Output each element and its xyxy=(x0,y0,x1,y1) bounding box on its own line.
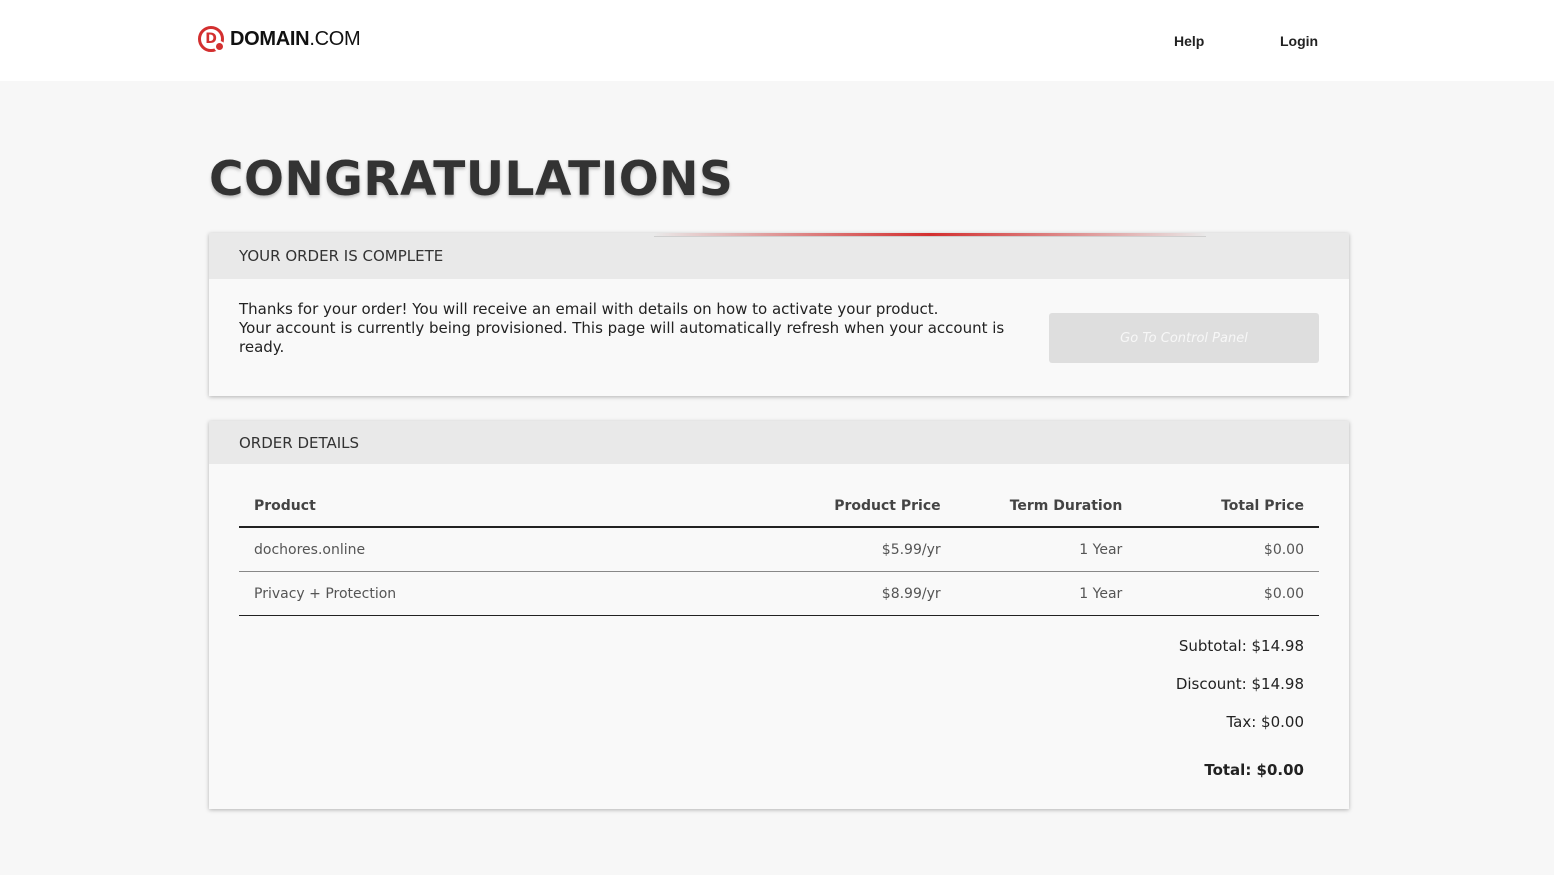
column-header-term-duration: Term Duration xyxy=(955,486,1138,528)
order-complete-message: Thanks for your order! You will receive … xyxy=(239,300,1029,357)
help-link[interactable]: Help xyxy=(1174,33,1204,49)
progress-indicator xyxy=(654,233,1206,237)
table-row: Privacy + Protection $8.99/yr 1 Year $0.… xyxy=(239,571,1319,616)
order-total: Total: $0.00 xyxy=(1204,761,1304,779)
column-header-product-price: Product Price xyxy=(733,486,956,528)
subtotal: Subtotal: $14.98 xyxy=(1178,637,1304,655)
column-header-product: Product xyxy=(239,486,734,528)
order-complete-heading: YOUR ORDER IS COMPLETE xyxy=(209,233,1349,279)
order-summary: Subtotal: $14.98 Discount: $14.98 Tax: $… xyxy=(1176,635,1304,797)
logo-text-suffix: .COM xyxy=(309,27,361,50)
provisioning-text: Your account is currently being provisio… xyxy=(239,319,1005,356)
logo-dot xyxy=(214,41,225,52)
column-header-total-price: Total Price xyxy=(1137,486,1319,528)
product-name: Privacy + Protection xyxy=(239,571,734,616)
domain-com-logo[interactable]: D DOMAIN.COM xyxy=(198,25,361,53)
product-price: $8.99/yr xyxy=(733,571,956,616)
logo-text-main: DOMAIN xyxy=(230,27,310,50)
order-complete-card: YOUR ORDER IS COMPLETE Thanks for your o… xyxy=(209,233,1349,396)
table-header-row: Product Product Price Term Duration Tota… xyxy=(239,486,1319,528)
order-details-card: ORDER DETAILS Product Product Price Term… xyxy=(209,421,1349,809)
order-details-heading: ORDER DETAILS xyxy=(209,421,1349,464)
page-title: CONGRATULATIONS xyxy=(209,152,734,207)
term-duration: 1 Year xyxy=(955,527,1138,572)
logo-text: DOMAIN.COM xyxy=(230,27,361,51)
login-link[interactable]: Login xyxy=(1280,33,1318,49)
thanks-text: Thanks for your order! You will receive … xyxy=(239,300,939,318)
total-price: $0.00 xyxy=(1137,571,1319,616)
logo-d-icon: D xyxy=(198,26,225,52)
product-name: dochores.online xyxy=(239,527,734,572)
top-navigation-bar: D DOMAIN.COM Help Login xyxy=(0,0,1554,81)
product-price: $5.99/yr xyxy=(733,527,956,572)
term-duration: 1 Year xyxy=(955,571,1138,616)
total-price: $0.00 xyxy=(1137,527,1319,572)
order-details-table: Product Product Price Term Duration Tota… xyxy=(239,486,1319,616)
discount: Discount: $14.98 xyxy=(1175,675,1304,693)
go-to-control-panel-button[interactable]: Go To Control Panel xyxy=(1049,313,1319,363)
tax: Tax: $0.00 xyxy=(1226,713,1304,731)
table-row: dochores.online $5.99/yr 1 Year $0.00 xyxy=(239,527,1319,572)
